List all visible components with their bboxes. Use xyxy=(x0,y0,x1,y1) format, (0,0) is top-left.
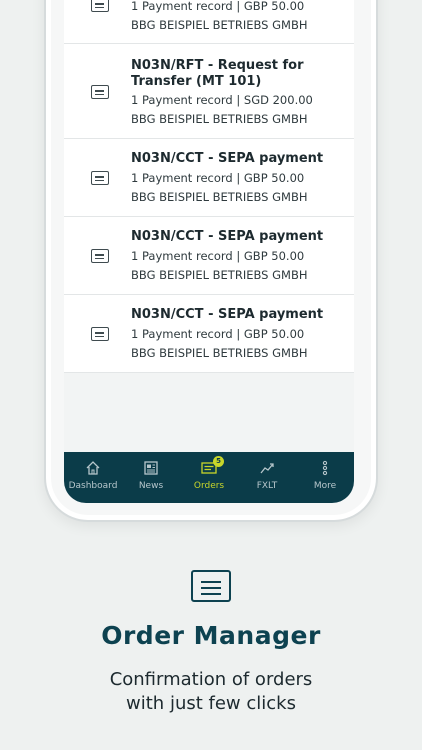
order-title: N03N/CCT - SEPA payment xyxy=(131,151,324,166)
order-company: BBG BEISPIEL BETRIEBS GMBH xyxy=(131,112,308,126)
tab-label: News xyxy=(138,481,164,491)
app-screen: 1 Payment record | GBP 50.00 BBG BEISPIE… xyxy=(64,0,354,503)
orders-badge: 5 xyxy=(213,456,224,467)
order-company: BBG BEISPIEL BETRIEBS GMBH xyxy=(131,18,308,32)
order-list-item[interactable]: N03N/CCT - SEPA payment 1 Payment record… xyxy=(64,217,354,295)
tab-label: Dashboard xyxy=(68,481,118,491)
document-icon xyxy=(91,85,109,99)
order-company: BBG BEISPIEL BETRIEBS GMBH xyxy=(131,190,308,204)
tab-fxlt[interactable]: FXLT xyxy=(238,452,296,503)
order-meta: 1 Payment record | SGD 200.00 xyxy=(131,93,313,107)
document-icon xyxy=(91,171,109,185)
feature-description: Confirmation of orders with just few cli… xyxy=(0,668,422,716)
order-list-item[interactable]: N03N/CCT - SEPA payment 1 Payment record… xyxy=(64,295,354,373)
order-title: N03N/CCT - SEPA payment xyxy=(131,229,324,244)
document-icon xyxy=(91,249,109,263)
order-meta: 1 Payment record | GBP 50.00 xyxy=(131,171,305,185)
order-title: N03N/RFT - Request for Transfer (MT 101) xyxy=(131,58,304,89)
tab-dashboard[interactable]: Dashboard xyxy=(64,452,122,503)
order-list-item[interactable]: N03N/CCT - SEPA payment 1 Payment record… xyxy=(64,139,354,217)
feature-headline: Order Manager xyxy=(101,621,321,650)
order-meta: 1 Payment record | GBP 50.00 xyxy=(131,327,305,341)
chart-line-icon xyxy=(259,460,275,476)
bottom-tab-bar: Dashboard News 5 Orders FXLT More xyxy=(64,452,354,503)
tab-label: FXLT xyxy=(256,481,278,491)
order-document-icon xyxy=(191,570,231,602)
tab-label: Orders xyxy=(193,481,225,491)
orders-icon: 5 xyxy=(201,456,224,476)
order-meta: 1 Payment record | GBP 50.00 xyxy=(131,0,305,13)
order-list-item[interactable]: N03N/RFT - Request for Transfer (MT 101)… xyxy=(64,44,354,139)
tab-orders[interactable]: 5 Orders xyxy=(180,452,238,503)
order-list-item[interactable]: 1 Payment record | GBP 50.00 BBG BEISPIE… xyxy=(64,0,354,44)
order-company: BBG BEISPIEL BETRIEBS GMBH xyxy=(131,346,308,360)
tab-news[interactable]: News xyxy=(122,452,180,503)
tab-label: More xyxy=(313,481,337,491)
order-company: BBG BEISPIEL BETRIEBS GMBH xyxy=(131,268,308,282)
document-icon xyxy=(91,327,109,341)
feature-description-line-2: with just few clicks xyxy=(126,693,296,714)
tab-more[interactable]: More xyxy=(296,452,354,503)
newspaper-icon xyxy=(143,460,159,476)
order-meta: 1 Payment record | GBP 50.00 xyxy=(131,249,305,263)
feature-description-line-1: Confirmation of orders xyxy=(109,669,313,690)
order-title: N03N/CCT - SEPA payment xyxy=(131,307,324,322)
home-icon xyxy=(85,460,101,476)
document-icon xyxy=(91,0,109,12)
more-vertical-icon xyxy=(317,460,333,476)
